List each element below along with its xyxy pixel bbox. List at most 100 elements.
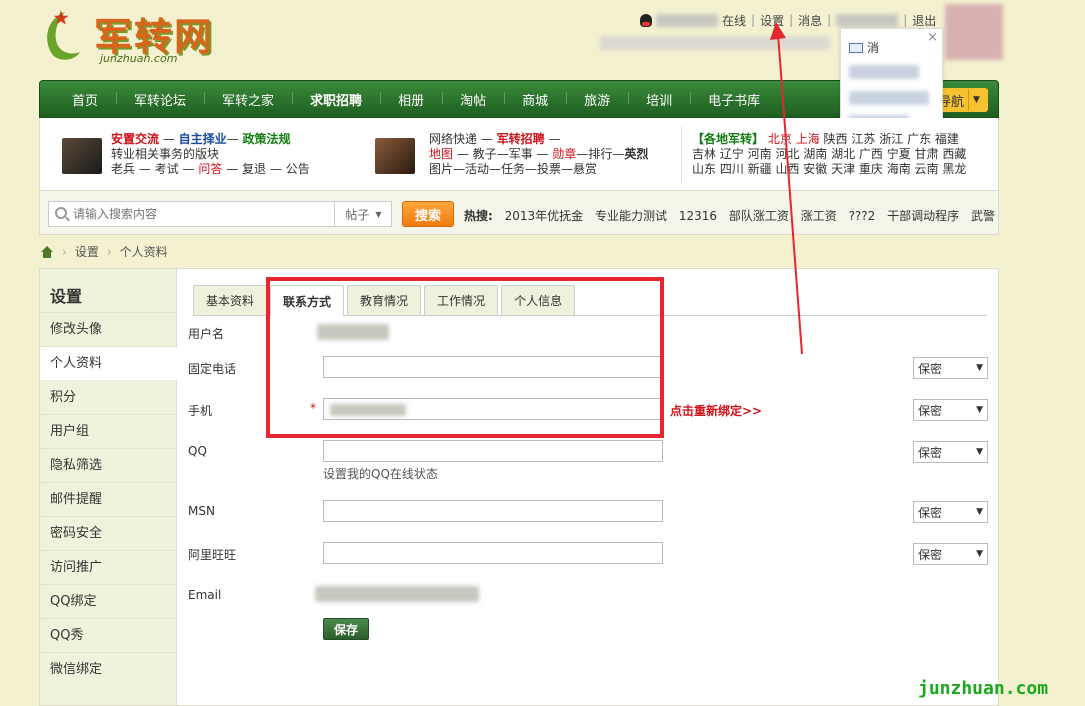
nav-forum[interactable]: 军转论坛 [116, 90, 204, 109]
qq-penguin-icon [640, 13, 652, 27]
dash: — [548, 132, 561, 146]
nav-album[interactable]: 相册 [380, 90, 442, 109]
search-type-select[interactable]: 帖子 ▼ [334, 202, 392, 226]
link-military[interactable]: 军事 [509, 147, 533, 161]
hot-term[interactable]: 12316 [679, 209, 717, 223]
wangwang-field[interactable] [323, 542, 663, 564]
sidebar-item-qq-bind[interactable]: QQ绑定 [40, 585, 176, 619]
sidebar-item-privacy[interactable]: 隐私筛选 [40, 449, 176, 483]
quick-block3-line3[interactable]: 山东 四川 新疆 山西 安徽 天津 重庆 海南 云南 黑龙 [692, 162, 966, 177]
sidebar-item-profile[interactable]: 个人资料 [40, 347, 177, 381]
mobile-privacy-select[interactable]: 保密 ▼ [913, 399, 988, 421]
save-button[interactable]: 保存 [323, 618, 369, 640]
quick-block1-line3: 老兵 — 考试 — 问答 — 复退 — 公告 [111, 162, 310, 177]
link-self-employment[interactable]: 自主择业 [179, 132, 227, 146]
sidebar-item-credits[interactable]: 积分 [40, 381, 176, 415]
phone-privacy-select[interactable]: 保密 ▼ [913, 357, 988, 379]
chevron-down-icon: ▼ [375, 209, 382, 219]
breadcrumb-profile: 个人资料 [119, 245, 168, 259]
popup-message-label: 消 [867, 41, 880, 55]
hot-term[interactable]: 武警 [971, 209, 995, 223]
search-type-value: 帖子 [345, 207, 370, 222]
link-veteran[interactable]: 老兵 [111, 162, 135, 176]
envelope-icon [849, 42, 863, 53]
rebind-link[interactable]: 点击重新绑定>> [670, 402, 762, 419]
sidebar-item-qq-show[interactable]: QQ秀 [40, 619, 176, 653]
sidebar-item-wechat-bind[interactable]: 微信绑定 [40, 653, 176, 687]
sidebar-item-promotion[interactable]: 访问推广 [40, 551, 176, 585]
link-jiangsu[interactable]: 江苏 [851, 132, 875, 146]
chevron-down-icon: ▼ [976, 507, 983, 517]
dash: — [162, 132, 175, 146]
nav-mall[interactable]: 商城 [504, 90, 566, 109]
regions-title: 【各地军转】 [692, 132, 765, 146]
nav-jobs[interactable]: 求职招聘 [292, 90, 380, 109]
link-resettlement[interactable]: 安置交流 [111, 132, 159, 146]
tab-basic[interactable]: 基本资料 [193, 285, 268, 315]
chevron-down-icon: ▼ [968, 89, 984, 111]
sidebar-item-email-alerts[interactable]: 邮件提醒 [40, 483, 176, 517]
email-value-redacted [315, 586, 479, 602]
link-ranking[interactable]: 排行 [588, 147, 612, 161]
online-status[interactable]: 在线 [722, 12, 746, 29]
sidebar-item-avatar[interactable]: 修改头像 [40, 313, 176, 347]
sidebar-item-password[interactable]: 密码安全 [40, 517, 176, 551]
breadcrumb-settings[interactable]: 设置 [75, 243, 99, 260]
msn-field[interactable] [323, 500, 663, 522]
link-recruitment[interactable]: 军转招聘 [497, 132, 545, 146]
nav-training[interactable]: 培训 [628, 90, 690, 109]
hot-term[interactable]: 专业能力测试 [595, 209, 667, 223]
hot-search-label: 热搜: [464, 209, 493, 223]
link-parenting[interactable]: 教子 [473, 147, 497, 161]
link-fujian[interactable]: 福建 [935, 132, 959, 146]
hot-search: 热搜: 2013年优抚金 专业能力测试 12316 部队涨工资 涨工资 ???2… [464, 207, 1003, 224]
chevron-down-icon: ▼ [976, 363, 983, 373]
email-label: Email [188, 588, 222, 602]
search-button[interactable]: 搜索 [402, 201, 454, 227]
hot-term[interactable]: 2013年优抚金 [505, 209, 584, 223]
close-icon[interactable]: × [927, 30, 938, 45]
sidebar-item-usergroup[interactable]: 用户组 [40, 415, 176, 449]
quick-block2-line3[interactable]: 图片—活动—任务—投票—悬赏 [429, 162, 648, 177]
qq-status-link[interactable]: 设置我的QQ在线状态 [323, 465, 438, 482]
popup-message-item[interactable]: 消 [849, 39, 879, 56]
link-discharge[interactable]: 复退 [242, 162, 266, 176]
quick-links-panel: 安置交流 — 自主择业— 政策法规 转业相关事务的版块 老兵 — 考试 — 问答… [39, 118, 999, 191]
msn-privacy-select[interactable]: 保密 ▼ [913, 501, 988, 523]
dash: — [536, 147, 549, 161]
site-logo[interactable]: 军转网 junzhuan.com [40, 6, 240, 68]
link-guangdong[interactable]: 广东 [907, 132, 931, 146]
nav-home-group[interactable]: 军转之家 [204, 90, 292, 109]
msn-label: MSN [188, 504, 215, 518]
link-medal[interactable]: 勋章 [552, 147, 576, 161]
link-express[interactable]: 网络快递 [429, 132, 477, 146]
link-map[interactable]: 地图 [429, 147, 453, 161]
wangwang-label: 阿里旺旺 [188, 548, 237, 562]
privacy-value: 保密 [918, 445, 943, 460]
avatar[interactable] [945, 4, 1003, 60]
home-icon[interactable] [40, 245, 54, 258]
nav-travel[interactable]: 旅游 [566, 90, 628, 109]
search-bar: 帖子 ▼ 搜索 热搜: 2013年优抚金 专业能力测试 12316 部队涨工资 … [39, 191, 999, 235]
link-zhejiang[interactable]: 浙江 [879, 132, 903, 146]
hot-term[interactable]: ???2 [849, 209, 876, 223]
link-policy[interactable]: 政策法规 [243, 132, 291, 146]
dash: — [182, 162, 195, 176]
link-martyrs[interactable]: 英烈 [624, 147, 648, 161]
dash: — [138, 162, 151, 176]
link-shaanxi[interactable]: 陕西 [824, 132, 848, 146]
link-notice[interactable]: 公告 [286, 162, 310, 176]
link-qa[interactable]: 问答 [198, 162, 222, 176]
wangwang-privacy-select[interactable]: 保密 ▼ [913, 543, 988, 565]
qq-privacy-select[interactable]: 保密 ▼ [913, 441, 988, 463]
logout-link[interactable]: 退出 [912, 12, 936, 29]
privacy-value: 保密 [918, 403, 943, 418]
hot-term[interactable]: 干部调动程序 [887, 209, 959, 223]
chevron-down-icon: ▼ [976, 549, 983, 559]
quick-block3-line2[interactable]: 吉林 辽宁 河南 河北 湖南 湖北 广西 宁夏 甘肃 西藏 [692, 147, 966, 162]
nav-collections[interactable]: 淘帖 [442, 90, 504, 109]
qq-field[interactable] [323, 440, 663, 462]
search-input[interactable] [73, 206, 333, 222]
link-exam[interactable]: 考试 [155, 162, 179, 176]
nav-home[interactable]: 首页 [54, 90, 116, 109]
